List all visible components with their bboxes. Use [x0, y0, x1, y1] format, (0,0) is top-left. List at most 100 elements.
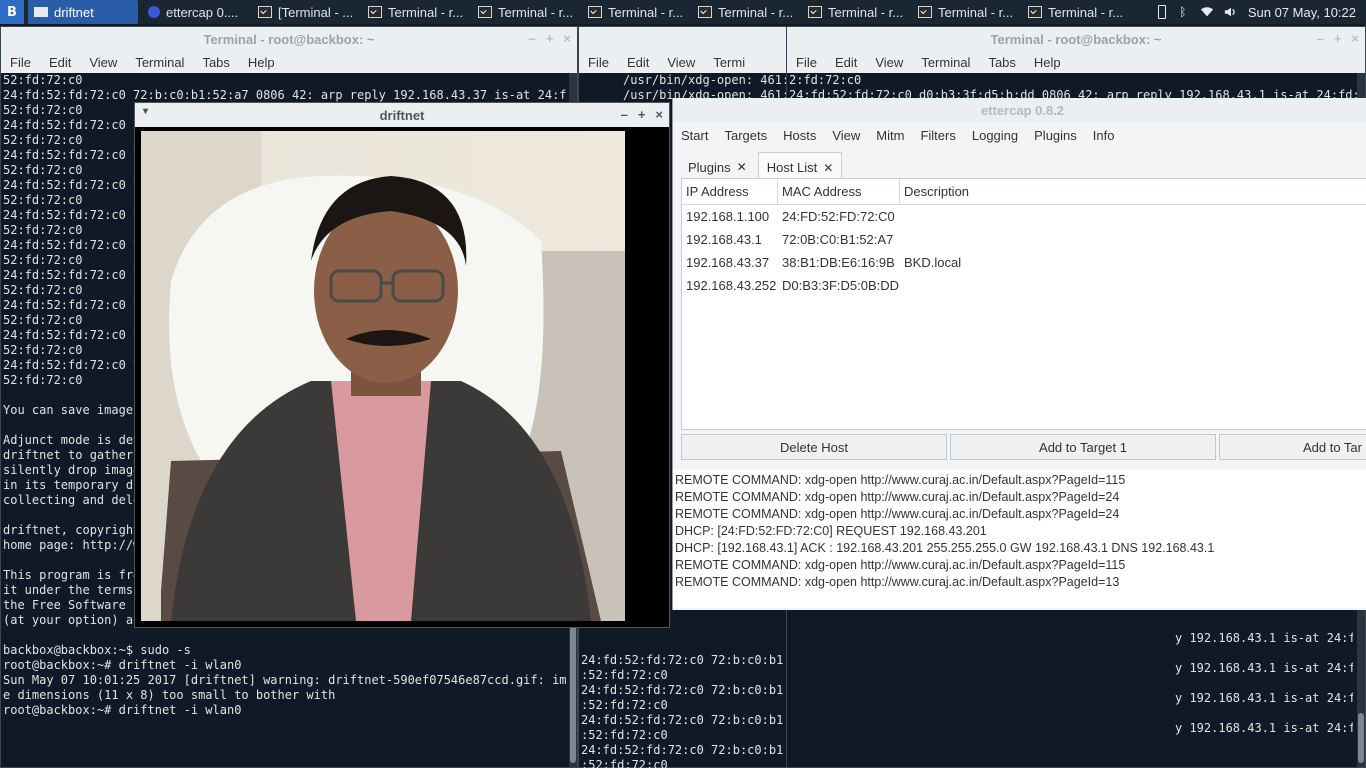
add-to-target2-button[interactable]: Add to Tar [1219, 434, 1366, 460]
table-row[interactable]: 192.168.43.1 72:0B:C0:B1:52:A7 [682, 228, 1366, 251]
maximize-icon[interactable]: + [1334, 31, 1342, 46]
minimize-icon[interactable]: – [529, 31, 536, 46]
cell-desc [900, 228, 1200, 251]
close-icon[interactable]: × [655, 107, 663, 122]
maximize-icon[interactable]: + [638, 107, 646, 122]
cell-mac: 24:FD:52:FD:72:C0 [782, 209, 895, 224]
taskbar-item[interactable]: Terminal - r... [472, 0, 582, 24]
menu-item-filters[interactable]: Filters [912, 128, 963, 143]
bluetooth-icon[interactable]: ᛒ [1176, 5, 1190, 19]
captured-image[interactable] [141, 131, 625, 621]
taskbar-item[interactable]: Terminal - r... [692, 0, 802, 24]
window-titlebar[interactable]: Terminal - root@backbox: ~ – + × [787, 27, 1365, 51]
table-row[interactable]: 192.168.43.252 D0:B3:3F:D5:0B:DD [682, 274, 1366, 297]
close-tab-icon[interactable]: ✕ [823, 161, 833, 175]
window-titlebar[interactable]: ▾ driftnet – + × [135, 103, 669, 127]
cell-ip: 192.168.43.252 [686, 278, 777, 293]
log-line: REMOTE COMMAND: xdg-open http://www.cura… [675, 473, 1126, 487]
minimize-icon[interactable]: – [621, 107, 628, 122]
terminal-icon [588, 6, 602, 18]
add-to-target1-button[interactable]: Add to Target 1 [950, 434, 1216, 460]
ettercap-window[interactable]: ettercap 0.8.2 Start Targets Hosts View Mitm… [672, 98, 1366, 610]
terminal-icon [698, 6, 712, 18]
menu-item-tabs[interactable]: Tabs [193, 55, 238, 70]
table-row[interactable]: 192.168.43.37 38:B1:DB:E6:16:9B BKD.local [682, 251, 1366, 274]
terminal-output[interactable]: y 192.168.43.1 is-at 24:fd: y 192.168.43.… [1173, 631, 1353, 768]
menu-item-file[interactable]: File [787, 55, 826, 70]
menu-item-file[interactable]: File [1, 55, 40, 70]
menu-item-info[interactable]: Info [1085, 128, 1123, 143]
tab-label: Plugins [688, 159, 731, 175]
table-row[interactable]: 192.168.1.100 24:FD:52:FD:72:C0 [682, 205, 1366, 228]
column-ip[interactable]: IP Address [682, 179, 778, 204]
maximize-icon[interactable]: + [546, 31, 554, 46]
menu-item-help[interactable]: Help [239, 55, 284, 70]
menu-item-terminal[interactable]: Terminal [126, 55, 193, 70]
taskbar-item[interactable]: ettercap 0.... [142, 0, 252, 24]
close-icon[interactable]: × [563, 31, 571, 46]
terminal-icon [1028, 6, 1042, 18]
menu-item-logging[interactable]: Logging [964, 128, 1026, 143]
cell-mac: 38:B1:DB:E6:16:9B [782, 255, 895, 270]
menu-item-hosts[interactable]: Hosts [775, 128, 824, 143]
menu-item-view[interactable]: View [866, 55, 912, 70]
clock[interactable]: Sun 07 May, 10:22 [1248, 5, 1356, 20]
taskbar-item[interactable]: Terminal - r... [912, 0, 1022, 24]
battery-icon[interactable] [1157, 5, 1166, 19]
window-title: driftnet [379, 107, 425, 123]
window-menu-icon[interactable]: ▾ [143, 106, 148, 117]
menu-item-help[interactable]: Help [1025, 55, 1070, 70]
menu-item-mitm[interactable]: Mitm [868, 128, 912, 143]
terminal-line: y 192.168.43.1 is-at 24:fd: [1175, 691, 1353, 705]
taskbar-item[interactable]: Terminal - r... [362, 0, 472, 24]
wifi-icon[interactable] [1200, 5, 1214, 19]
menu-item-termi[interactable]: Termi [704, 55, 754, 70]
terminal-icon [368, 6, 382, 18]
taskbar-item[interactable]: [Terminal - ... [252, 0, 362, 24]
window-title: ettercap 0.8.2 [980, 102, 1065, 118]
menu-item-view[interactable]: View [658, 55, 704, 70]
terminal-menubar: File Edit View Terminal Tabs Help [787, 51, 1365, 73]
menu-item-view[interactable]: View [824, 128, 868, 143]
driftnet-window[interactable]: ▾ driftnet – + × [134, 102, 670, 628]
ettercap-log[interactable]: REMOTE COMMAND: xdg-open http://www.cura… [673, 470, 1366, 608]
minimize-icon[interactable]: – [1317, 31, 1324, 46]
menu-item-start[interactable]: Start [673, 128, 716, 143]
menu-item-plugins[interactable]: Plugins [1026, 128, 1085, 143]
close-tab-icon[interactable]: ✕ [737, 160, 747, 174]
menu-item-terminal[interactable]: Terminal [912, 55, 979, 70]
delete-host-button[interactable]: Delete Host [681, 434, 947, 460]
column-mac[interactable]: MAC Address [778, 179, 900, 204]
host-list-table: IP Address MAC Address Description 192.1… [681, 178, 1366, 430]
window-title: Terminal - root@backbox: ~ [203, 31, 375, 47]
taskbar-item[interactable]: driftnet [28, 0, 138, 24]
close-icon[interactable]: × [1351, 31, 1359, 46]
menu-item-tabs[interactable]: Tabs [979, 55, 1024, 70]
window-titlebar[interactable]: ettercap 0.8.2 [673, 98, 1366, 122]
terminal-icon [258, 6, 272, 18]
applications-menu-icon[interactable]: B [0, 0, 24, 24]
ettercap-tabs: Plugins ✕ Host List ✕ [673, 148, 1366, 182]
taskbar-item[interactable]: Terminal - r... [802, 0, 912, 24]
menu-item-edit[interactable]: Edit [40, 55, 80, 70]
taskbar-item[interactable]: Terminal - r... [582, 0, 692, 24]
menu-item-file[interactable]: File [579, 55, 618, 70]
cell-mac: 72:0B:C0:B1:52:A7 [782, 232, 894, 247]
window-titlebar[interactable]: Terminal - root@backbox: ~ – + × [1, 27, 577, 51]
column-description[interactable]: Description [900, 179, 1200, 204]
log-line: REMOTE COMMAND: xdg-open http://www.cura… [675, 507, 1120, 521]
person-photo [141, 131, 625, 621]
terminal-line: Sun May 07 10:01:25 2017 [driftnet] warn… [3, 673, 567, 687]
menu-item-edit[interactable]: Edit [826, 55, 866, 70]
menu-item-view[interactable]: View [80, 55, 126, 70]
volume-icon[interactable] [1224, 5, 1238, 19]
taskbar-item-label: [Terminal - ... [278, 4, 354, 20]
menu-item-targets[interactable]: Targets [716, 128, 775, 143]
menu-item-edit[interactable]: Edit [618, 55, 658, 70]
log-line: REMOTE COMMAND: xdg-open http://www.cura… [675, 558, 1126, 572]
taskbar-item[interactable]: Terminal - r... [1022, 0, 1132, 24]
window-title: Terminal - root@backbox: ~ [990, 31, 1162, 47]
